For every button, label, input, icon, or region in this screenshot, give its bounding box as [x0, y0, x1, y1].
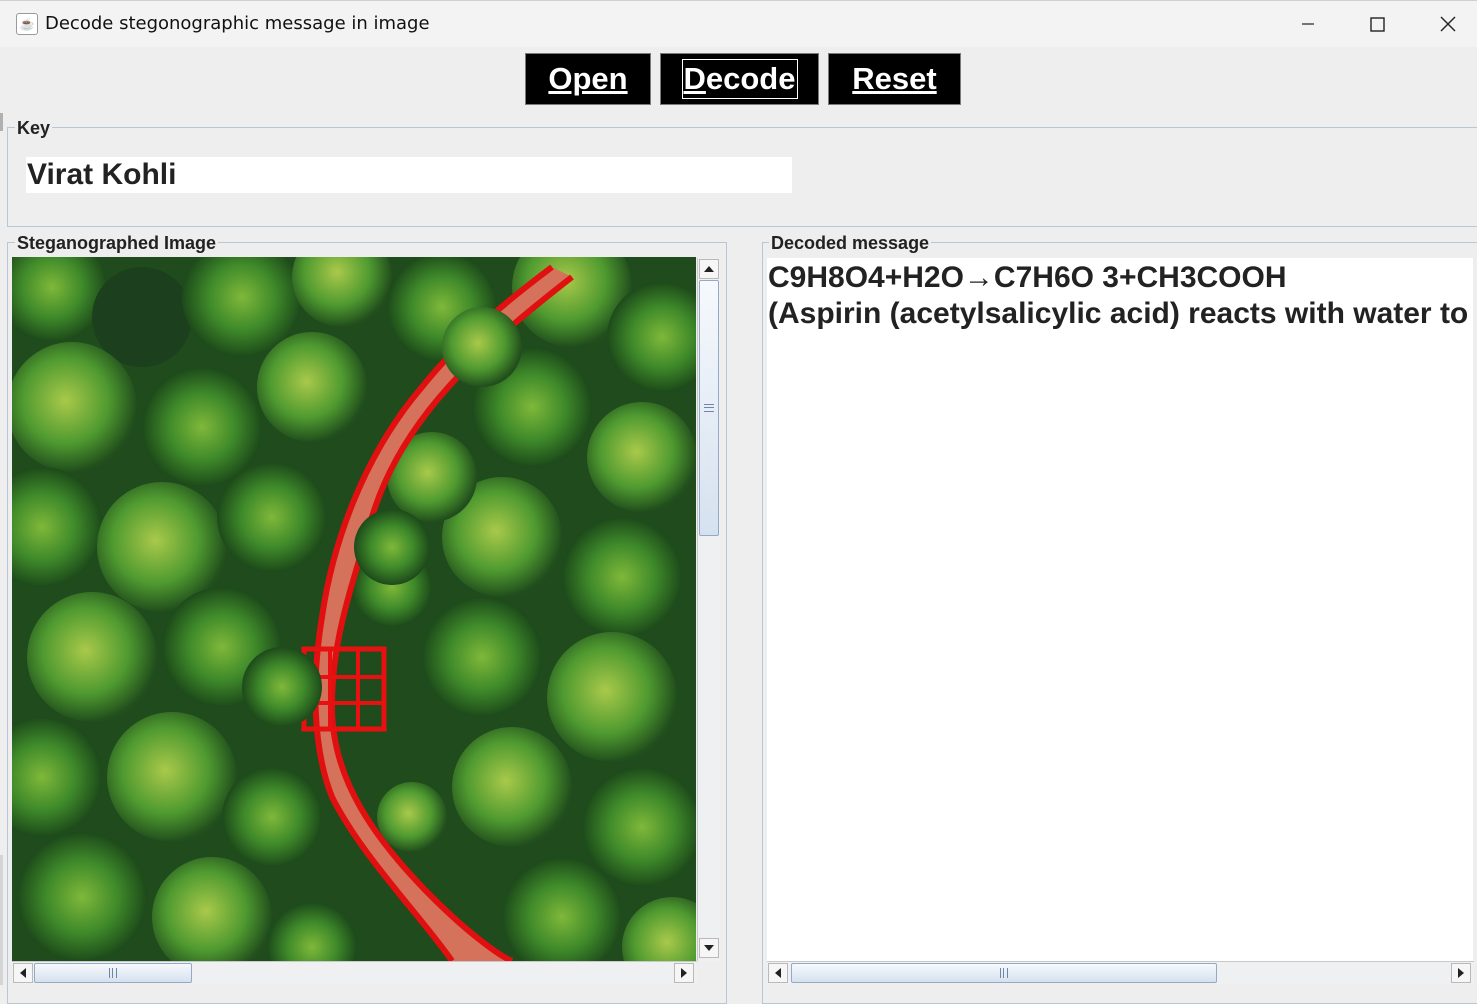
open-button-label: Open [548, 61, 628, 96]
decoded-message-label: Decoded message [769, 233, 932, 254]
scroll-down-button[interactable] [699, 938, 719, 958]
close-button[interactable] [1412, 1, 1477, 47]
window-edge [0, 113, 3, 131]
grip-icon [1000, 968, 1008, 978]
decode-button-label: Decode [681, 59, 798, 99]
scroll-up-button[interactable] [699, 259, 719, 279]
message-horizontal-scrollbar[interactable] [767, 961, 1474, 984]
grip-icon [109, 968, 117, 978]
key-group-label: Key [15, 118, 53, 139]
left-arrow-icon [20, 968, 26, 978]
decode-button[interactable]: Decode [660, 53, 819, 105]
image-horizontal-scrollbar[interactable] [12, 961, 697, 984]
right-arrow-icon [681, 968, 687, 978]
steganographed-image-label: Steganographed Image [15, 233, 219, 254]
down-arrow-icon [704, 945, 714, 951]
image-vertical-scrollbar[interactable] [697, 258, 720, 961]
aerial-forest-red-bridge-image [12, 257, 696, 961]
decode-label-rest: ecode [705, 61, 796, 96]
scroll-left-button[interactable] [13, 963, 33, 983]
key-input[interactable] [26, 157, 792, 193]
open-button[interactable]: Open [525, 53, 651, 105]
decoded-message-textarea[interactable]: C9H8O4+H2O→C7H6O 3+CH3COOH (Aspirin (ace… [767, 258, 1473, 961]
window-edge [0, 855, 3, 985]
grip-icon [704, 404, 714, 412]
up-arrow-icon [704, 266, 714, 272]
close-icon [1440, 16, 1456, 32]
horizontal-scroll-thumb[interactable] [34, 963, 192, 983]
window-title: Decode stegonographic message in image [45, 13, 430, 34]
scroll-right-button[interactable] [1451, 963, 1471, 983]
title-bar: ☕ Decode stegonographic message in image [0, 0, 1477, 47]
left-arrow-icon [775, 968, 781, 978]
horizontal-scroll-thumb[interactable] [791, 963, 1217, 983]
decode-mnemonic: D [683, 61, 706, 96]
steganographed-image [12, 257, 696, 961]
reset-button-label: Reset [852, 61, 937, 96]
message-line: C9H8O4+H2O→C7H6O 3+CH3COOH [768, 261, 1287, 294]
minimize-icon [1302, 23, 1314, 25]
java-cup-icon: ☕ [16, 13, 38, 35]
maximize-button[interactable] [1343, 1, 1413, 47]
scroll-right-button[interactable] [674, 963, 694, 983]
message-line: (Aspirin (acetylsalicylic acid) reacts w… [768, 297, 1469, 330]
vertical-scroll-thumb[interactable] [699, 280, 719, 536]
reset-button[interactable]: Reset [828, 53, 961, 105]
right-arrow-icon [1458, 968, 1464, 978]
scroll-left-button[interactable] [768, 963, 788, 983]
minimize-button[interactable] [1273, 1, 1343, 47]
maximize-icon [1370, 17, 1385, 32]
